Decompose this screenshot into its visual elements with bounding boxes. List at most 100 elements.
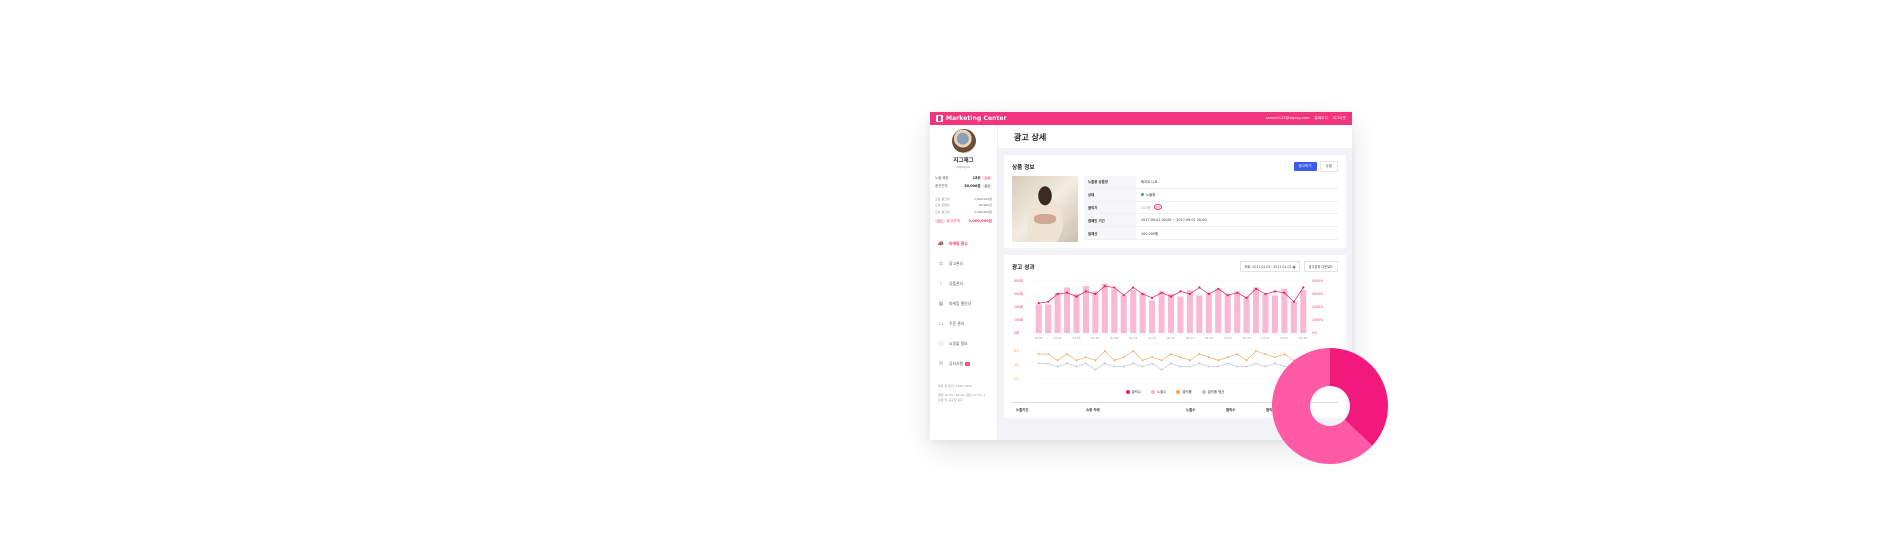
click-point (1254, 287, 1258, 290)
rate-point (1264, 365, 1267, 368)
stat-value: 40,000건 (978, 203, 992, 207)
account-email[interactable]: sample123@zigzag.com (1266, 116, 1310, 121)
ad-tag: 광고 (935, 219, 945, 223)
info-icon: ⓘ (938, 341, 944, 347)
stat-row: 오늘 판매수 40,000건 (935, 203, 992, 207)
info-key: 클릭가 (1084, 201, 1136, 214)
advertise-button[interactable]: 광고하기 (1293, 162, 1317, 171)
rate-point (1245, 365, 1248, 368)
click-point (1207, 292, 1210, 296)
bid-text: 100원 (1141, 205, 1151, 210)
charge-button[interactable]: 충전 (982, 183, 992, 188)
homepage-link[interactable]: 홈페이지 (1315, 116, 1328, 121)
sidebar-item-2[interactable]: ⌇ 상품관리 (935, 274, 992, 294)
logo-icon (936, 115, 943, 122)
metric-label: 충전잔액 (935, 184, 948, 188)
rate-point (1103, 350, 1106, 352)
date-range-picker[interactable]: 조회: 2017.01.01~2017.01.01 ▦ (1240, 261, 1300, 272)
bid-value: 100원 변경 (1136, 204, 1163, 211)
bar (1073, 294, 1080, 333)
click-point (1188, 292, 1191, 296)
stat-label: 오늘 광고비 (935, 209, 950, 214)
download-button[interactable]: 광고성과 다운로드 (1303, 261, 1338, 272)
bar (1064, 287, 1071, 333)
stat-value: 1,000,000원 (973, 196, 992, 201)
rank-detail-button[interactable]: 상세 (982, 175, 992, 180)
sidebar-item-1[interactable]: ⚖ 광고관리 (935, 254, 992, 274)
rate-point (1122, 356, 1125, 359)
legend-item[interactable]: 노출수 (1150, 389, 1166, 394)
rate-point (1056, 365, 1059, 368)
rate-point (1113, 359, 1116, 362)
rate-point (1264, 353, 1267, 356)
calendar-icon: ▦ (1292, 265, 1296, 269)
rate-point (1236, 353, 1239, 356)
rate-point (1207, 365, 1210, 368)
legend-item[interactable]: 클릭률 (1176, 389, 1192, 394)
table-header-cell: 노출수 (1186, 408, 1196, 412)
bar (1243, 296, 1250, 333)
status-dot-icon (1141, 193, 1144, 197)
table-header-cell: 쇼핑 카테 (1086, 408, 1100, 412)
info-key: 일예산 (1084, 227, 1136, 239)
logout-link[interactable]: 로그아웃 (1333, 116, 1346, 121)
click-point (1094, 292, 1097, 296)
click-point (1056, 292, 1059, 296)
click-point (1236, 291, 1239, 294)
bar (1234, 291, 1241, 333)
click-point (1084, 290, 1088, 293)
legend-item[interactable]: 클릭수 (1125, 389, 1141, 394)
rate-point (1085, 356, 1087, 359)
click-point (1245, 296, 1248, 299)
y-tick-label: 100회 (1014, 317, 1023, 322)
performance-card-title: 광고 성과 (1012, 264, 1035, 271)
sidebar-nav: 📣 마케팅 광고 ⚖ 광고관리 ⌇ 상품관리 ▦ 마케팅 캘린더 ⊔ 주문 관리 ⓘ 쇼핑몰 정보 ✉ 공… (935, 234, 992, 374)
info-key: 캠페인 기간 (1084, 214, 1136, 227)
product-image (1012, 176, 1078, 242)
x-tick-label: 01.23 (1243, 336, 1251, 340)
sidebar-footer: 제휴 및 문의: 1670-4845 평일 10:00~18:00 (점심 12… (935, 384, 992, 403)
stat-row: 오늘 광고비 1,000,000원 (935, 197, 992, 201)
rate-point (1066, 362, 1068, 365)
info-key: 상태 (1084, 188, 1136, 201)
x-tick-label: 01.29 (1299, 336, 1307, 340)
sidebar-item-0[interactable]: 📣 마케팅 광고 (935, 234, 992, 254)
bar (1262, 294, 1269, 333)
bar (1215, 288, 1222, 333)
rate-point (1047, 353, 1050, 356)
click-point (1037, 302, 1040, 305)
bar (1092, 291, 1099, 333)
rate-point (1066, 353, 1068, 356)
x-tick-label: 01.03 (1054, 336, 1062, 340)
stat-row: 오늘 광고비 1,000,000원 (935, 210, 992, 214)
info-row: 노출용 상품명 화이트 니트 (1084, 176, 1338, 189)
sidebar-item-6[interactable]: ✉ 공지사항 N (935, 354, 992, 374)
bar (1205, 292, 1212, 333)
change-bid-button[interactable]: 변경 (1153, 204, 1163, 211)
x-tick-label: 01.21 (1224, 336, 1232, 340)
rate-point (1094, 368, 1097, 371)
sidebar-item-4[interactable]: ⊔ 주문 관리 (935, 314, 992, 334)
sidebar-item-3[interactable]: ▦ 마케팅 캘린더 (935, 294, 992, 314)
y2-tick-label: 2% (1014, 377, 1019, 381)
bar (1120, 295, 1127, 333)
sidebar-item-label: 상품관리 (949, 280, 963, 286)
legend-item[interactable]: 클릭률 평균 (1201, 389, 1224, 394)
edit-button[interactable]: 수정 (1319, 161, 1338, 172)
sidebar-item-5[interactable]: ⓘ 쇼핑몰 정보 (935, 334, 992, 354)
x-tick-label: 01.07 (1091, 336, 1099, 340)
info-value: 2017.09.01 00:00 ~ 2017.09.01 00:00 (1141, 218, 1207, 223)
topbar-links: sample123@zigzag.com 홈페이지 로그아웃 (1266, 116, 1346, 121)
bar (1082, 286, 1089, 333)
rate-point (1056, 359, 1059, 362)
ad-balance-value: 2,000,000원 (968, 218, 992, 223)
rate-point (1141, 365, 1144, 368)
click-point (1075, 295, 1078, 298)
sidebar-item-label: 마케팅 캘린더 (949, 300, 972, 306)
rate-point (1094, 359, 1097, 362)
sidebar: 지그재그 zigzag.kr 노출 랭킹 15위 상세 충전잔액 30,000원… (930, 125, 998, 440)
rate-point (1217, 365, 1220, 368)
x-tick-label: 01.19 (1205, 336, 1213, 340)
y-tick-label: 400회 (1014, 278, 1023, 283)
megaphone-icon: 📣 (937, 240, 945, 247)
